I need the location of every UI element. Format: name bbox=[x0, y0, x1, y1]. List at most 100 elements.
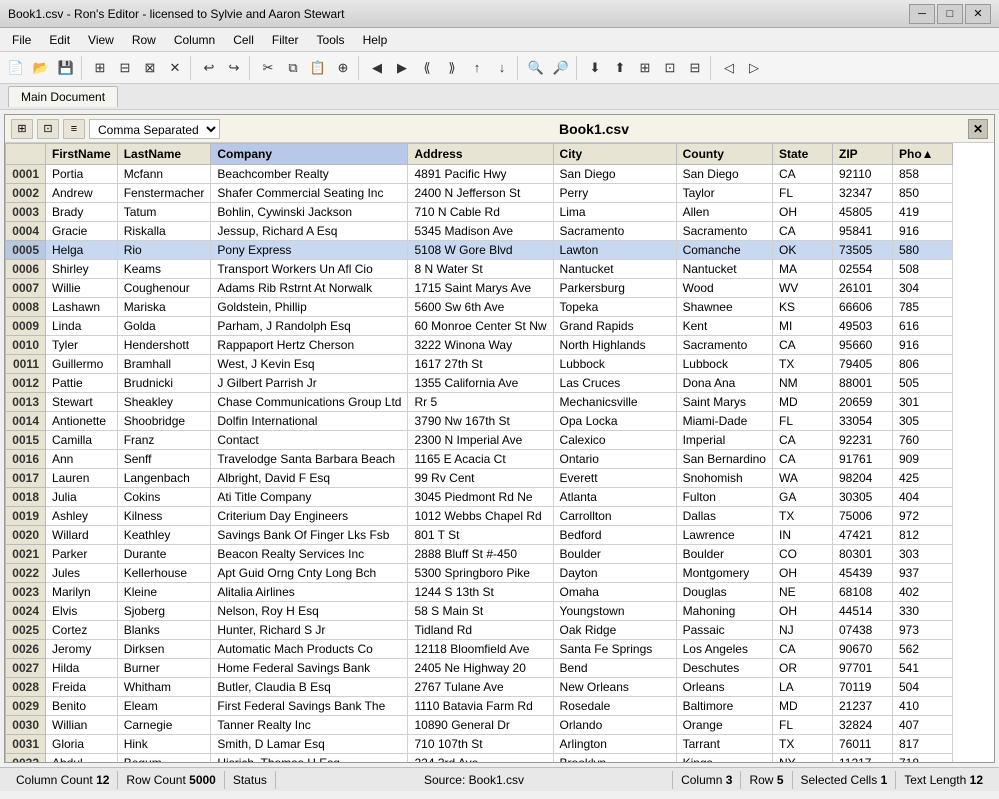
city-cell[interactable]: Calexico bbox=[553, 431, 676, 450]
county-cell[interactable]: Wood bbox=[676, 279, 772, 298]
menu-item-tools[interactable]: Tools bbox=[309, 31, 353, 49]
table-row[interactable]: 0011GuillermoBramhallWest, J Kevin Esq16… bbox=[6, 355, 953, 374]
city-cell[interactable]: Grand Rapids bbox=[553, 317, 676, 336]
table-row[interactable]: 0006ShirleyKeamsTransport Workers Un Afl… bbox=[6, 260, 953, 279]
lastname-cell[interactable]: Sheakley bbox=[117, 393, 211, 412]
county-cell[interactable]: Saint Marys bbox=[676, 393, 772, 412]
firstname-cell[interactable]: Hilda bbox=[46, 659, 118, 678]
state-cell[interactable]: NY bbox=[772, 754, 832, 763]
table-row[interactable]: 0020WillardKeathleySavings Bank Of Finge… bbox=[6, 526, 953, 545]
phone-cell[interactable]: 817 bbox=[892, 735, 952, 754]
phone-cell[interactable]: 304 bbox=[892, 279, 952, 298]
new-button[interactable]: 📄 bbox=[4, 56, 28, 80]
table-row[interactable]: 0026JeromyDirksenAutomatic Mach Products… bbox=[6, 640, 953, 659]
phone-cell[interactable]: 580 bbox=[892, 241, 952, 260]
state-cell[interactable]: MI bbox=[772, 317, 832, 336]
zip-cell[interactable]: 92231 bbox=[832, 431, 892, 450]
firstname-cell[interactable]: Helga bbox=[46, 241, 118, 260]
state-cell[interactable]: TX bbox=[772, 355, 832, 374]
main-document-tab[interactable]: Main Document bbox=[8, 86, 118, 107]
company-cell[interactable]: Rappaport Hertz Cherson bbox=[211, 336, 408, 355]
company-cell[interactable]: Beacon Realty Services Inc bbox=[211, 545, 408, 564]
lastname-cell[interactable]: Begum bbox=[117, 754, 211, 763]
phone-cell[interactable]: 937 bbox=[892, 564, 952, 583]
table-row[interactable]: 0032AbdulBegumHisrich, Thomas H Esq224 3… bbox=[6, 754, 953, 763]
city-cell[interactable]: San Diego bbox=[553, 165, 676, 184]
city-cell[interactable]: Atlanta bbox=[553, 488, 676, 507]
county-cell[interactable]: Shawnee bbox=[676, 298, 772, 317]
address-cell[interactable]: 2400 N Jefferson St bbox=[408, 184, 553, 203]
zip-cell[interactable]: 95841 bbox=[832, 222, 892, 241]
table-row[interactable]: 0002AndrewFenstermacherShafer Commercial… bbox=[6, 184, 953, 203]
table-row[interactable]: 0009LindaGoldaParham, J Randolph Esq60 M… bbox=[6, 317, 953, 336]
phone-cell[interactable]: 305 bbox=[892, 412, 952, 431]
company-cell[interactable]: Goldstein, Phillip bbox=[211, 298, 408, 317]
state-cell[interactable]: CA bbox=[772, 336, 832, 355]
lastname-cell[interactable]: Hink bbox=[117, 735, 211, 754]
county-cell[interactable]: Douglas bbox=[676, 583, 772, 602]
company-cell[interactable]: Hunter, Richard S Jr bbox=[211, 621, 408, 640]
city-cell[interactable]: Opa Locka bbox=[553, 412, 676, 431]
county-cell[interactable]: Tarrant bbox=[676, 735, 772, 754]
copy-button[interactable]: ⧉ bbox=[281, 56, 305, 80]
tb2-button[interactable]: ⊟ bbox=[113, 56, 137, 80]
table-row[interactable]: 0007WillieCoughenourAdams Rib Rstrnt At … bbox=[6, 279, 953, 298]
state-cell[interactable]: FL bbox=[772, 716, 832, 735]
state-cell[interactable]: GA bbox=[772, 488, 832, 507]
lastname-cell[interactable]: Eleam bbox=[117, 697, 211, 716]
zip-cell[interactable]: 68108 bbox=[832, 583, 892, 602]
lastname-cell[interactable]: Kellerhouse bbox=[117, 564, 211, 583]
lastname-cell[interactable]: Mariska bbox=[117, 298, 211, 317]
lastname-cell[interactable]: Dirksen bbox=[117, 640, 211, 659]
city-cell[interactable]: Oak Ridge bbox=[553, 621, 676, 640]
table-row[interactable]: 0027HildaBurnerHome Federal Savings Bank… bbox=[6, 659, 953, 678]
sheet-tb-btn-3[interactable]: ≡ bbox=[63, 119, 85, 139]
table-row[interactable]: 0008LashawnMariskaGoldstein, Phillip5600… bbox=[6, 298, 953, 317]
zip-cell[interactable]: 92110 bbox=[832, 165, 892, 184]
phone-cell[interactable]: 718 bbox=[892, 754, 952, 763]
city-cell[interactable]: Perry bbox=[553, 184, 676, 203]
county-cell[interactable]: Miami-Dade bbox=[676, 412, 772, 431]
table-row[interactable]: 0005HelgaRioPony Express5108 W Gore Blvd… bbox=[6, 241, 953, 260]
state-cell[interactable]: TX bbox=[772, 507, 832, 526]
county-cell[interactable]: Dona Ana bbox=[676, 374, 772, 393]
lastname-cell[interactable]: Hendershott bbox=[117, 336, 211, 355]
city-cell[interactable]: Youngstown bbox=[553, 602, 676, 621]
county-cell[interactable]: Boulder bbox=[676, 545, 772, 564]
phone-cell[interactable]: 616 bbox=[892, 317, 952, 336]
menu-item-help[interactable]: Help bbox=[355, 31, 396, 49]
tb8-button[interactable]: ⟪ bbox=[415, 56, 439, 80]
company-cell[interactable]: Smith, D Lamar Esq bbox=[211, 735, 408, 754]
company-cell[interactable]: Contact bbox=[211, 431, 408, 450]
replace-button[interactable]: 🔎 bbox=[549, 56, 573, 80]
firstname-cell[interactable]: Cortez bbox=[46, 621, 118, 640]
zip-cell[interactable]: 79405 bbox=[832, 355, 892, 374]
zip-cell[interactable]: 44514 bbox=[832, 602, 892, 621]
address-cell[interactable]: 99 Rv Cent bbox=[408, 469, 553, 488]
redo-button[interactable]: ↪ bbox=[222, 56, 246, 80]
state-cell[interactable]: WV bbox=[772, 279, 832, 298]
state-cell[interactable]: MD bbox=[772, 697, 832, 716]
company-cell[interactable]: Apt Guid Orng Cnty Long Bch bbox=[211, 564, 408, 583]
address-cell[interactable]: 5345 Madison Ave bbox=[408, 222, 553, 241]
county-cell[interactable]: Sacramento bbox=[676, 222, 772, 241]
firstname-cell[interactable]: Elvis bbox=[46, 602, 118, 621]
address-cell[interactable]: 1110 Batavia Farm Rd bbox=[408, 697, 553, 716]
address-cell[interactable]: 1244 S 13th St bbox=[408, 583, 553, 602]
company-cell[interactable]: Dolfin International bbox=[211, 412, 408, 431]
county-cell[interactable]: Dallas bbox=[676, 507, 772, 526]
state-cell[interactable]: IN bbox=[772, 526, 832, 545]
company-cell[interactable]: J Gilbert Parrish Jr bbox=[211, 374, 408, 393]
menu-item-view[interactable]: View bbox=[80, 31, 122, 49]
export-button[interactable]: ⬆ bbox=[608, 56, 632, 80]
city-cell[interactable]: Bedford bbox=[553, 526, 676, 545]
zip-cell[interactable]: 45439 bbox=[832, 564, 892, 583]
address-cell[interactable]: 8 N Water St bbox=[408, 260, 553, 279]
firstname-cell[interactable]: Stewart bbox=[46, 393, 118, 412]
tb6-button[interactable]: ◀ bbox=[365, 56, 389, 80]
phone-cell[interactable]: 541 bbox=[892, 659, 952, 678]
county-cell[interactable]: Sacramento bbox=[676, 336, 772, 355]
county-cell[interactable]: Baltimore bbox=[676, 697, 772, 716]
state-cell[interactable]: CO bbox=[772, 545, 832, 564]
menu-item-row[interactable]: Row bbox=[124, 31, 164, 49]
